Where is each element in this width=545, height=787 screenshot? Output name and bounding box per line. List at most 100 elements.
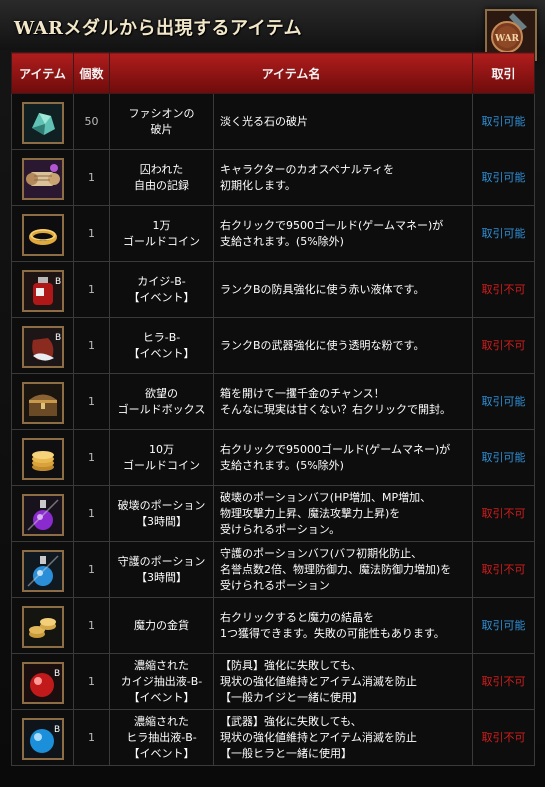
svg-text:B: B	[54, 669, 60, 679]
item-description-line: 1つ獲得できます。失敗の可能性もあります。	[220, 626, 445, 640]
item-name-line: ヒラ抽出液-B-	[126, 730, 197, 744]
item-count: 1	[73, 205, 110, 262]
table-row: B 1 ヒラ-B- 【イベント】 ランクBの武器強化に使う透明な粉です。 取引不可	[11, 317, 535, 374]
item-name-line: ファシオンの	[128, 106, 195, 120]
item-icon-cell: B	[11, 653, 74, 710]
item-name-line: 守護のポーション	[117, 554, 206, 568]
item-count: 1	[73, 261, 110, 318]
item-name: 欲望のゴールドボックス	[109, 373, 214, 430]
item-name-line: 濃縮された	[134, 714, 189, 728]
col-header-item: アイテム	[11, 52, 74, 94]
table-row: 1 欲望の ゴールドボックス 箱を開けて一攫千金のチャンス！ そんなに現実は甘くない？右…	[11, 373, 535, 430]
item-name: 1万 ゴールドコイン	[109, 205, 214, 262]
item-name: カイジ-B- 【イベント】	[109, 261, 214, 318]
trade-status-untradable: 取引不可	[472, 709, 535, 766]
stone-fragment-icon	[21, 101, 64, 144]
col-header-trade: 取引	[472, 52, 535, 94]
item-name-line: 囚われた	[139, 162, 184, 176]
item-name-line: カイジ抽出液-B-	[120, 674, 203, 688]
item-description-line: そんなに現実は甘くない？右クリックで開封。	[220, 402, 451, 416]
gold-coins-icon	[21, 437, 64, 480]
item-name: 濃縮されたカイジ抽出液-B- 【イベント】	[109, 653, 214, 710]
item-icon-cell	[11, 149, 74, 206]
item-description-line: 破壊のポーションバフ(HP増加、MP増加、	[220, 490, 432, 504]
magic-coins-icon	[21, 605, 64, 648]
red-potion-bottle-icon: B	[21, 269, 64, 312]
item-name-line: カイジ-B-	[137, 274, 186, 288]
item-description-line: 【一般ヒラと一緒に使用】	[220, 746, 352, 760]
item-description-line: 淡く光る石の破片	[220, 114, 308, 128]
item-name-line: 【イベント】	[128, 746, 195, 760]
item-name: 守護のポーション 【3時間】	[109, 541, 214, 598]
page-title: WARメダルから出現するアイテム	[14, 18, 303, 39]
item-name-line: ゴールドコイン	[123, 458, 200, 472]
item-description-line: 箱を開けて一攫千金のチャンス！	[220, 386, 385, 400]
item-name-line: 【イベント】	[128, 346, 195, 360]
trade-status-untradable: 取引不可	[472, 541, 535, 598]
table-row: 1 囚われた 自由の記録 キャラクターのカオスペナルティを 初期化します。 取引可能	[11, 149, 535, 206]
item-description-line: 現状の強化値維持とアイテム消滅を防止	[220, 730, 417, 744]
item-description-line: 支給されます。(5%除外)	[220, 234, 344, 248]
blue-flask-icon	[21, 549, 64, 592]
blue-orb-icon: B	[21, 717, 64, 760]
table-header-row: アイテム 個数 アイテム名 取引	[11, 52, 535, 94]
item-description: 守護のポーションバフ(バフ初期化防止、 名誉点数2倍、物理防御力、魔法防御力増加)…	[213, 541, 473, 598]
item-count: 1	[73, 149, 110, 206]
item-description: 箱を開けて一攫千金のチャンス！ そんなに現実は甘くない？右クリックで開封。	[213, 373, 473, 430]
item-description-line: 初期化します。	[220, 178, 296, 192]
item-name-line: ゴールドコイン	[123, 234, 200, 248]
item-name-line: 10万	[149, 442, 174, 456]
item-name-line: 【3時間】	[136, 570, 187, 584]
powder-bag-icon: B	[21, 325, 64, 368]
item-description-line: 支給されます。(5%除外)	[220, 458, 344, 472]
svg-text:B: B	[55, 333, 61, 343]
trade-status-tradable: 取引可能	[472, 429, 535, 486]
svg-text:B: B	[55, 277, 61, 287]
item-count: 1	[73, 485, 110, 542]
item-description-line: 名誉点数2倍、物理防御力、魔法防御力増加)を	[220, 562, 452, 576]
item-count: 1	[73, 709, 110, 766]
scroll-icon	[21, 157, 64, 200]
item-description: 【武器】強化に失敗しても、 現状の強化値維持とアイテム消滅を防止 【一般ヒラと一緒に…	[213, 709, 473, 766]
item-icon-cell: B	[11, 317, 74, 374]
item-description-line: ランクBの武器強化に使う透明な粉です。	[220, 338, 425, 352]
item-name: 10万ゴールドコイン	[109, 429, 214, 486]
trade-status-tradable: 取引可能	[472, 373, 535, 430]
item-name-line: 欲望の	[145, 386, 178, 400]
item-name: 濃縮されたヒラ抽出液-B- 【イベント】	[109, 709, 214, 766]
table-row: B 1 カイジ-B- 【イベント】 ランクBの防具強化に使う赤い液体です。 取引不可	[11, 261, 535, 318]
item-name-line: 【イベント】	[128, 290, 195, 304]
item-description-line: ランクBの防具強化に使う赤い液体です。	[220, 282, 425, 296]
item-description: 右クリックで95000ゴールド(ゲームマネー)が 支給されます。(5%除外)	[213, 429, 473, 486]
item-name-line: 自由の記録	[134, 178, 189, 192]
item-icon-cell	[11, 541, 74, 598]
item-count: 1	[73, 597, 110, 654]
col-header-item-name: アイテム名	[109, 52, 473, 94]
svg-text:B: B	[54, 725, 60, 735]
table-row: B 1 濃縮されたカイジ抽出液-B- 【イベント】 【防具】強化に失敗しても、 現状の強化…	[11, 653, 535, 710]
item-name-line: 【イベント】	[128, 690, 195, 704]
gold-ring-icon	[21, 213, 64, 256]
table-row: 50 ファシオンの 破片 淡く光る石の破片 取引可能	[11, 93, 535, 150]
trade-status-untradable: 取引不可	[472, 261, 535, 318]
item-name-line: ゴールドボックス	[117, 402, 206, 416]
item-description: 淡く光る石の破片	[213, 93, 473, 150]
item-description-line: 物理攻撃力上昇、魔法攻撃力上昇)を	[220, 506, 401, 520]
item-count: 50	[73, 93, 110, 150]
item-count: 1	[73, 653, 110, 710]
item-name: 囚われた 自由の記録	[109, 149, 214, 206]
item-description: 【防具】強化に失敗しても、 現状の強化値維持とアイテム消滅を防止 【一般カイジと一緒…	[213, 653, 473, 710]
table-row: 1 10万 ゴールドコイン 右クリックで95000ゴールド(ゲームマネー)が 支給されま…	[11, 429, 535, 486]
item-description-line: 【防具】強化に失敗しても、	[220, 658, 362, 672]
item-table: アイテム 個数 アイテム名 取引 50 ファシオンの 破片 淡く光る石の破片 取引可能 1…	[11, 52, 535, 766]
item-description-line: キャラクターのカオスペナルティを	[220, 162, 395, 176]
item-description: 右クリックで9500ゴールド(ゲームマネー)が 支給されます。(5%除外)	[213, 205, 473, 262]
table-row: 1 1万 ゴールドコイン 右クリックで9500ゴールド(ゲームマネー)が 支給されます。…	[11, 205, 535, 262]
trade-status-tradable: 取引可能	[472, 93, 535, 150]
title-bar: WARメダルから出現するアイテム WAR	[0, 0, 545, 61]
item-count: 1	[73, 317, 110, 374]
item-name-line: ヒラ-B-	[142, 330, 181, 344]
item-name-line: 濃縮された	[134, 658, 189, 672]
item-name-line: 破壊のポーション	[117, 498, 206, 512]
red-orb-icon: B	[21, 661, 64, 704]
